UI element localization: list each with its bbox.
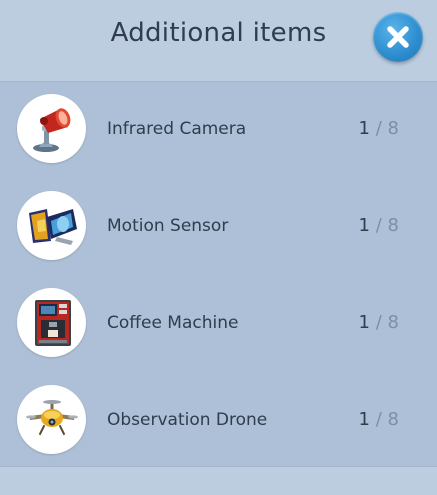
close-button[interactable] xyxy=(373,12,423,62)
item-count-have: 1 xyxy=(358,215,370,236)
panel-footer xyxy=(0,466,437,495)
item-count-total: 8 xyxy=(387,312,399,333)
coffee-machine-icon xyxy=(34,299,71,346)
item-count-separator: / xyxy=(375,215,382,236)
list-item-observation-drone[interactable]: Observation Drone 1 / 8 xyxy=(0,373,437,470)
list-item-motion-sensor[interactable]: Motion Sensor 1 / 8 xyxy=(0,179,437,276)
additional-items-panel: Additional items Infrared Camera 1 / 8 M… xyxy=(0,0,437,495)
infrared-camera-icon xyxy=(32,107,70,152)
item-count-total: 8 xyxy=(387,409,399,430)
close-x-icon xyxy=(387,26,409,48)
list-item-coffee-machine[interactable]: Coffee Machine 1 / 8 xyxy=(0,276,437,373)
item-name: Infrared Camera xyxy=(107,119,247,139)
item-count: 1 / 8 xyxy=(359,118,399,139)
item-count-total: 8 xyxy=(387,118,399,139)
item-count-separator: / xyxy=(375,409,382,430)
items-list: Infrared Camera 1 / 8 Motion Sensor 1 / … xyxy=(0,82,437,466)
item-icon-container xyxy=(17,191,86,260)
panel-title: Additional items xyxy=(110,18,327,48)
item-count: 1 / 8 xyxy=(359,215,399,236)
item-count-have: 1 xyxy=(358,312,370,333)
item-icon-container xyxy=(17,288,86,357)
item-count: 1 / 8 xyxy=(359,312,399,333)
list-item-infrared-camera[interactable]: Infrared Camera 1 / 8 xyxy=(0,82,437,179)
observation-drone-icon xyxy=(25,399,78,435)
item-icon-container xyxy=(17,94,86,163)
item-count-separator: / xyxy=(375,118,382,139)
item-icon-container xyxy=(17,385,86,454)
motion-sensor-icon xyxy=(28,208,77,245)
item-name: Observation Drone xyxy=(107,410,268,430)
item-count-have: 1 xyxy=(358,409,370,430)
item-count-total: 8 xyxy=(387,215,399,236)
item-name: Motion Sensor xyxy=(107,216,229,236)
item-name: Coffee Machine xyxy=(107,313,239,333)
item-count-separator: / xyxy=(375,312,382,333)
panel-header: Additional items xyxy=(0,0,437,82)
item-count: 1 / 8 xyxy=(359,409,399,430)
item-count-have: 1 xyxy=(358,118,370,139)
